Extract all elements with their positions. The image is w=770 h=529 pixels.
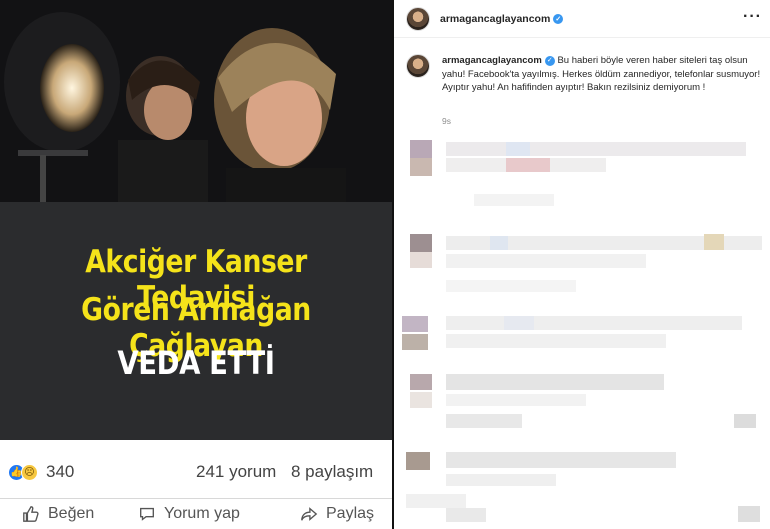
caption-verified-badge-icon: ✓ (544, 55, 555, 66)
post-stats: 👍 ☹ 340 241 yorum 8 paylaşım (0, 440, 392, 498)
verified-badge-icon: ✓ (553, 14, 564, 24)
header-username-row[interactable]: armagancaglayancom ✓ (440, 13, 564, 25)
post-caption: armagancaglayancom ✓ Bu haberi böyle vere… (442, 54, 762, 95)
comment-button-label: Yorum yap (164, 505, 240, 522)
share-count[interactable]: 8 paylaşım (291, 462, 373, 482)
comment-count[interactable]: 241 yorum (196, 462, 276, 482)
post-header: armagancaglayancom ✓ ··· (394, 0, 770, 38)
screenshot-root: Akciğer Kanser Tedavisi Gören Armağan Ça… (0, 0, 770, 529)
post-timestamp: 9s (442, 116, 451, 126)
like-button[interactable]: Beğen (22, 505, 94, 523)
profile-avatar[interactable] (406, 7, 430, 31)
photo-illustration (0, 0, 392, 202)
share-button-label: Paylaş (326, 505, 375, 522)
headline-banner: Akciğer Kanser Tedavisi Gören Armağan Ça… (0, 202, 392, 440)
like-button-label: Beğen (48, 505, 95, 522)
pixelated-comments-area (394, 130, 770, 529)
post-photo[interactable] (0, 0, 392, 202)
post-actions: Beğen Yorum yap Paylaş (0, 498, 392, 529)
caption-avatar[interactable] (406, 54, 430, 78)
share-button[interactable]: Paylaş (300, 505, 374, 523)
reactions-summary[interactable]: 👍 ☹ 340 (8, 462, 74, 482)
thumbs-up-icon (23, 506, 39, 522)
comment-bubble-icon (140, 507, 154, 521)
comment-button[interactable]: Yorum yap (138, 505, 240, 523)
instagram-post: armagancaglayancom ✓ ··· armagancaglayanc… (394, 0, 770, 529)
more-options-icon[interactable]: ··· (743, 8, 762, 26)
facebook-post: Akciğer Kanser Tedavisi Gören Armağan Ça… (0, 0, 392, 529)
reaction-count: 340 (46, 462, 75, 481)
header-username: armagancaglayancom (440, 13, 551, 25)
sad-reaction-icon: ☹ (21, 463, 38, 481)
caption-username[interactable]: armagancaglayancom (442, 55, 542, 66)
share-arrow-icon (301, 507, 318, 521)
headline-line-3: VEDA ETTİ (117, 344, 275, 382)
